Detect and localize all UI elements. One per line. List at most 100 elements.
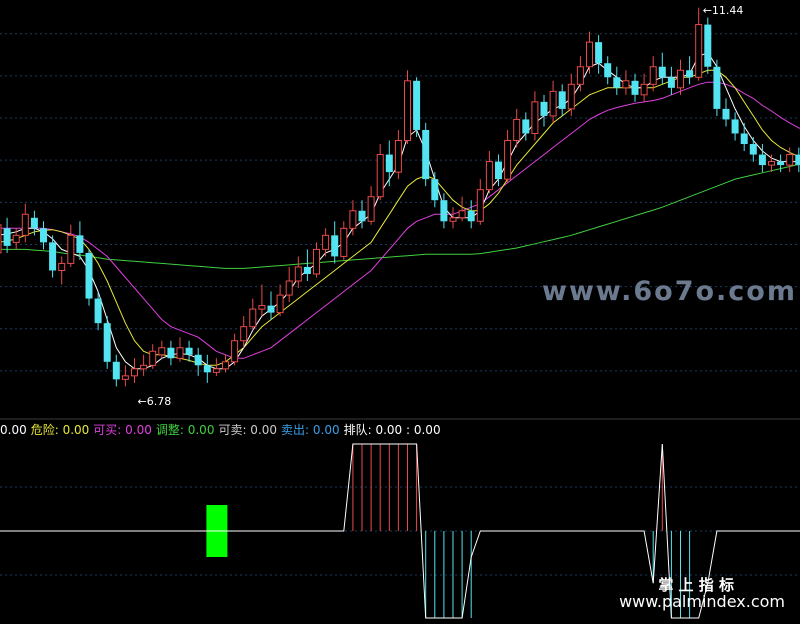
candle-body xyxy=(376,154,384,198)
candle xyxy=(431,172,439,208)
candle-body xyxy=(758,154,766,166)
candle xyxy=(76,221,84,260)
candle xyxy=(140,354,148,376)
candle xyxy=(622,70,630,95)
legend-item: 卖出: 0.00 xyxy=(281,423,340,437)
candle-body xyxy=(240,326,248,342)
candle-body xyxy=(331,235,339,257)
ma-magenta-line xyxy=(0,81,800,359)
candle-body xyxy=(677,69,684,89)
candle-body xyxy=(103,323,111,362)
candle xyxy=(394,129,402,180)
candle-body xyxy=(358,210,366,222)
candle-body xyxy=(267,305,275,313)
candle xyxy=(604,56,612,85)
candle xyxy=(303,249,311,282)
candle-body xyxy=(485,161,493,191)
candle xyxy=(458,196,466,222)
candle xyxy=(713,59,721,116)
candle xyxy=(749,136,757,162)
candle xyxy=(149,344,157,369)
candle xyxy=(167,340,175,366)
candle xyxy=(504,129,512,183)
candle xyxy=(722,98,730,127)
candle xyxy=(558,84,566,116)
candle-body xyxy=(212,368,220,373)
candle-body xyxy=(385,154,393,173)
candle xyxy=(422,122,430,187)
candle-body xyxy=(167,347,175,359)
candle-body xyxy=(604,63,612,78)
candle-body xyxy=(85,252,93,299)
candle-body xyxy=(158,347,166,356)
candle xyxy=(121,365,129,387)
candle-body xyxy=(576,66,584,85)
candle xyxy=(740,122,748,152)
candle xyxy=(485,151,493,194)
candle-body xyxy=(203,365,211,373)
candle xyxy=(640,73,648,102)
candle-body xyxy=(322,234,330,250)
candle xyxy=(67,224,75,267)
candle-body xyxy=(40,228,47,243)
candle-body xyxy=(285,280,293,296)
candle xyxy=(704,17,712,74)
candle-body xyxy=(67,234,75,264)
candle-body xyxy=(740,133,748,145)
candle xyxy=(176,337,184,362)
candle xyxy=(222,354,229,373)
candle xyxy=(313,242,320,278)
candle-body xyxy=(686,70,694,78)
candle-body xyxy=(0,224,2,254)
candle xyxy=(449,207,457,229)
candle-body xyxy=(476,189,484,222)
candle-body xyxy=(367,196,375,222)
candle-body xyxy=(595,42,603,64)
candle-body xyxy=(422,129,430,180)
candle-body xyxy=(513,118,521,142)
candle-body xyxy=(622,80,630,89)
candle xyxy=(276,284,284,317)
candle xyxy=(367,186,375,225)
candle-body xyxy=(795,154,800,166)
watermark-bottom-url: www.palmindex.com xyxy=(619,592,785,611)
candle-body xyxy=(231,340,239,363)
candle-body xyxy=(749,144,757,155)
candle-body xyxy=(404,80,411,142)
chart-canvas: ←6.78 ←11.44 xyxy=(0,4,800,619)
candle-body xyxy=(731,119,739,134)
legend-item: 调整: 0.00 xyxy=(155,423,215,437)
candle xyxy=(531,91,539,141)
candle-body xyxy=(613,77,621,88)
candle xyxy=(586,31,593,74)
candle-body xyxy=(649,66,657,85)
candle-body xyxy=(340,227,348,257)
candle xyxy=(131,358,138,383)
candle-body xyxy=(303,266,311,274)
candle-body xyxy=(194,354,202,366)
candle-body xyxy=(222,361,229,370)
legend-item: 可卖: 0.00 xyxy=(218,423,278,437)
low-price-label: ←6.78 xyxy=(138,395,172,408)
candle-body xyxy=(258,305,266,310)
legend-item: 可买: 0.00 xyxy=(93,423,152,437)
candle xyxy=(340,221,348,260)
candle xyxy=(795,147,800,173)
candle-body xyxy=(558,91,566,109)
candle-body xyxy=(12,234,20,243)
candle-body xyxy=(777,161,785,166)
legend-item: 排队: 0.00 : 0.00 xyxy=(343,423,441,437)
candle-body xyxy=(185,347,193,355)
candle xyxy=(258,284,266,317)
candle xyxy=(658,52,666,85)
ma-white-line xyxy=(0,52,800,370)
candle xyxy=(331,221,339,264)
candle-body xyxy=(458,210,466,219)
candle-body xyxy=(440,200,448,222)
candle-body xyxy=(313,248,320,275)
candle xyxy=(58,256,66,285)
candle-body xyxy=(722,108,730,120)
candle-body xyxy=(567,83,575,110)
candle xyxy=(376,144,384,201)
candle-body xyxy=(176,347,184,359)
